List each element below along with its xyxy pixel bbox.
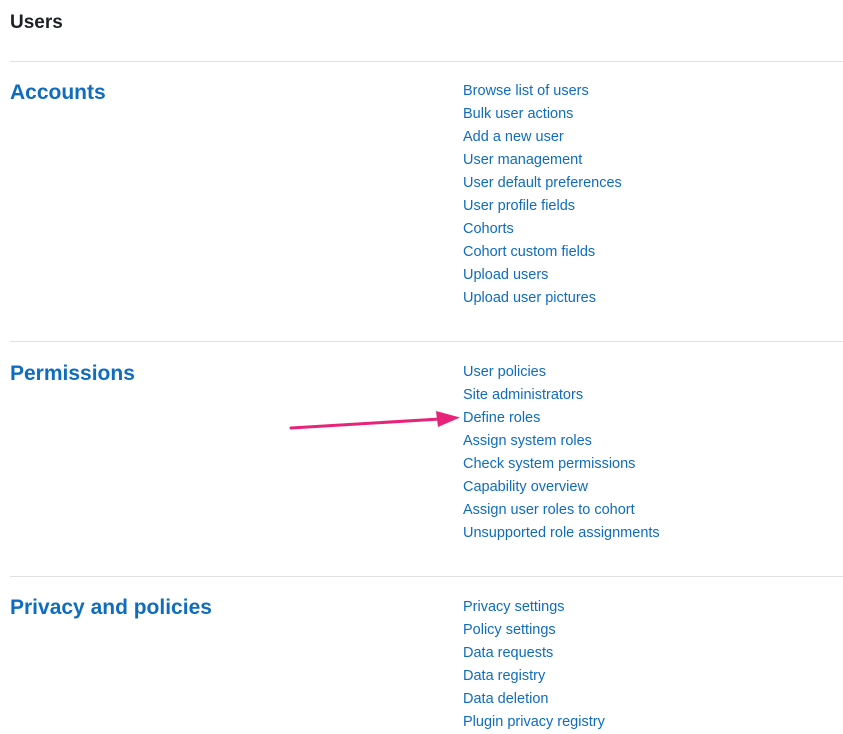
link-add-a-new-user[interactable]: Add a new user [463, 129, 564, 145]
link-user-profile-fields[interactable]: User profile fields [463, 198, 575, 214]
link-plugin-privacy-registry[interactable]: Plugin privacy registry [463, 714, 605, 730]
link-check-system-permissions[interactable]: Check system permissions [463, 456, 635, 472]
link-data-requests[interactable]: Data requests [463, 645, 553, 661]
link-data-registry[interactable]: Data registry [463, 668, 545, 684]
link-upload-user-pictures[interactable]: Upload user pictures [463, 290, 596, 306]
list-item: Unsupported role assignments [463, 521, 660, 544]
list-item: User policies [463, 360, 660, 383]
link-user-management[interactable]: User management [463, 152, 582, 168]
list-item: Check system permissions [463, 452, 660, 475]
list-item: Browse list of users [463, 79, 622, 102]
list-item: Assign user roles to cohort [463, 498, 660, 521]
list-item: Cohorts [463, 217, 622, 240]
list-item: Policy settings [463, 618, 605, 641]
divider [10, 61, 843, 62]
list-item: User management [463, 148, 622, 171]
list-item: Capability overview [463, 475, 660, 498]
link-user-policies[interactable]: User policies [463, 364, 546, 380]
list-item: Assign system roles [463, 429, 660, 452]
link-assign-user-roles-to-cohort[interactable]: Assign user roles to cohort [463, 502, 635, 518]
link-upload-users[interactable]: Upload users [463, 267, 548, 283]
link-bulk-user-actions[interactable]: Bulk user actions [463, 106, 573, 122]
link-browse-list-of-users[interactable]: Browse list of users [463, 83, 589, 99]
divider [10, 576, 843, 577]
link-cohort-custom-fields[interactable]: Cohort custom fields [463, 244, 595, 260]
list-item: Cohort custom fields [463, 240, 622, 263]
divider [10, 341, 843, 342]
link-capability-overview[interactable]: Capability overview [463, 479, 588, 495]
link-assign-system-roles[interactable]: Assign system roles [463, 433, 592, 449]
list-item: Upload user pictures [463, 286, 622, 309]
section-title-accounts[interactable]: Accounts [10, 80, 106, 106]
list-item: Data registry [463, 664, 605, 687]
list-item: Bulk user actions [463, 102, 622, 125]
list-item: Upload users [463, 263, 622, 286]
link-define-roles[interactable]: Define roles [463, 410, 540, 426]
list-item: User profile fields [463, 194, 622, 217]
link-policy-settings[interactable]: Policy settings [463, 622, 556, 638]
list-item: User default preferences [463, 171, 622, 194]
link-site-administrators[interactable]: Site administrators [463, 387, 583, 403]
section-title-permissions[interactable]: Permissions [10, 361, 135, 387]
link-user-default-preferences[interactable]: User default preferences [463, 175, 622, 191]
page-title: Users [10, 12, 63, 33]
list-item: Add a new user [463, 125, 622, 148]
arrow-right-icon [289, 411, 460, 430]
permissions-link-list: User policies Site administrators Define… [463, 360, 660, 544]
privacy-link-list: Privacy settings Policy settings Data re… [463, 595, 605, 733]
list-item: Plugin privacy registry [463, 710, 605, 733]
link-cohorts[interactable]: Cohorts [463, 221, 514, 237]
link-privacy-settings[interactable]: Privacy settings [463, 599, 565, 615]
list-item: Privacy settings [463, 595, 605, 618]
section-title-privacy-and-policies[interactable]: Privacy and policies [10, 595, 212, 621]
link-data-deletion[interactable]: Data deletion [463, 691, 548, 707]
accounts-link-list: Browse list of users Bulk user actions A… [463, 79, 622, 309]
list-item: Data requests [463, 641, 605, 664]
list-item: Data deletion [463, 687, 605, 710]
list-item: Site administrators [463, 383, 660, 406]
link-unsupported-role-assignments[interactable]: Unsupported role assignments [463, 525, 660, 541]
list-item: Define roles [463, 406, 660, 429]
